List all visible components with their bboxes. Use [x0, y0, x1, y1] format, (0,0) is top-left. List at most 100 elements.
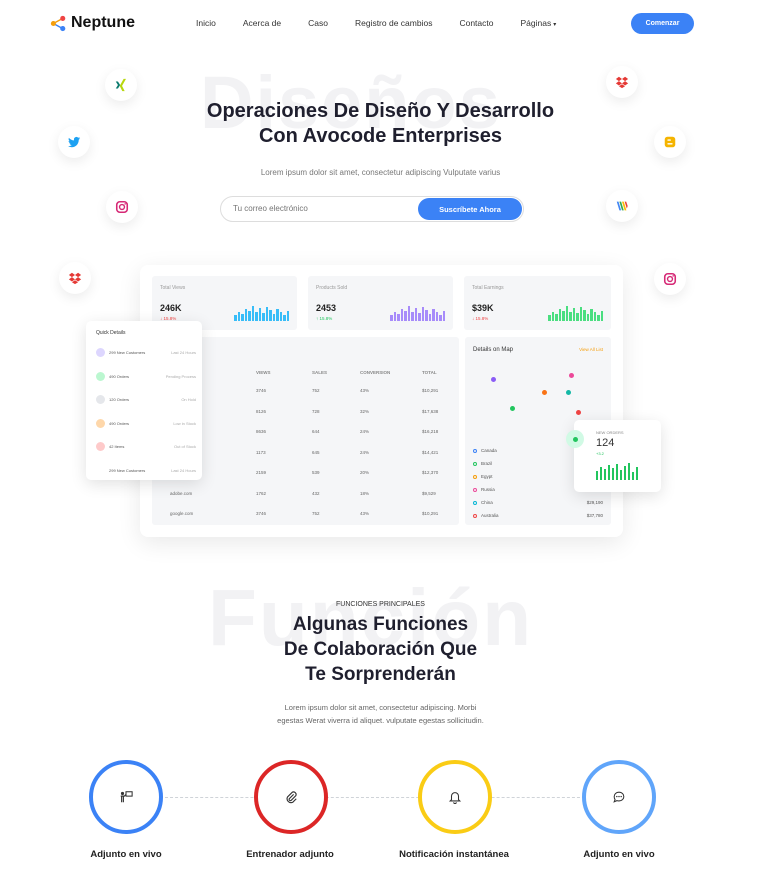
table-cell: 752 [312, 388, 320, 393]
country-name: China [481, 500, 493, 505]
twitter-icon [67, 136, 81, 148]
mini-bar [583, 310, 586, 321]
country-name: Russia [481, 487, 495, 492]
xing-bubble[interactable] [105, 69, 137, 101]
dropbox-bubble-top[interactable] [606, 66, 638, 98]
orders-bar [616, 464, 618, 480]
dropbox-bubble-left[interactable] [59, 262, 91, 294]
instagram-bubble-left[interactable] [106, 191, 138, 223]
google-wallet-bubble[interactable] [606, 190, 638, 222]
nav-registro[interactable]: Registro de cambios [355, 18, 432, 28]
table-row: adobe.com 1762 432 18% $9,529 [152, 491, 459, 501]
feature-label-3: Notificación instantánea [399, 849, 509, 860]
instagram-icon [115, 200, 129, 214]
mini-bar [418, 313, 421, 321]
feature-circle-2[interactable] [254, 760, 328, 834]
map-dot [566, 390, 571, 395]
nav-contacto[interactable]: Contacto [459, 18, 493, 28]
orders-bar [608, 465, 610, 480]
mini-bar [421, 307, 424, 321]
hero-title-line1: Operaciones De Diseño Y Desarrollo [206, 100, 555, 122]
mini-bar [439, 315, 442, 321]
country-item: China [473, 500, 493, 505]
mini-bar [241, 314, 244, 321]
twitter-bubble[interactable] [58, 126, 90, 158]
mini-bar [265, 307, 268, 321]
start-button[interactable]: Comenzar [631, 13, 694, 34]
hero-title: Operaciones De Diseño Y Desarrollo Con A… [150, 99, 611, 149]
feature-circle-3[interactable] [418, 760, 492, 834]
mini-bar [593, 312, 596, 321]
table-header: CONVERSION [360, 370, 391, 375]
page: Neptune Inicio Acerca de Caso Registro d… [0, 0, 761, 873]
orders-value: 124 [596, 437, 615, 449]
quick-detail-row: 299 New Customers Last 24 Hours [96, 348, 196, 358]
feature-circle-1[interactable] [89, 760, 163, 834]
mini-bar [590, 309, 593, 321]
mini-bar [565, 306, 568, 321]
feature-label-1: Adjunto en vivo [90, 849, 162, 860]
subscribe-button[interactable]: Suscríbete Ahora [418, 198, 522, 220]
map-dot [491, 377, 496, 382]
table-cell: $12,370 [422, 470, 439, 475]
status-icon [96, 371, 105, 381]
country-item: Australia [473, 513, 499, 518]
quick-detail-text: 490 Orders [109, 373, 130, 379]
orders-bar [628, 463, 630, 480]
quick-detail-row: 490 Orders Pending Process [96, 371, 196, 382]
view-all-link[interactable]: View All List [579, 347, 603, 352]
logo-text: Neptune [71, 14, 135, 31]
table-cell: 539 [312, 470, 320, 475]
mini-bar [586, 314, 589, 321]
mini-bar [234, 315, 237, 321]
xing-icon [115, 78, 126, 92]
table-cell: 3746 [256, 511, 267, 516]
table-cell: 752 [312, 511, 320, 516]
nav-inicio[interactable]: Inicio [196, 18, 216, 28]
features-description: Lorem ipsum dolor sit amet, consectetur … [230, 701, 531, 727]
orders-bar [636, 467, 638, 480]
country-item: Egypt [473, 474, 493, 479]
mini-bar [562, 311, 565, 321]
mini-bar [262, 313, 265, 321]
email-input[interactable] [233, 204, 413, 213]
dropbox-icon [615, 76, 629, 89]
mini-bar [251, 306, 254, 321]
main-nav: Inicio Acerca de Caso Registro de cambio… [196, 18, 556, 28]
new-orders-card: NEW ORDERS 124 +3.2 [566, 420, 661, 492]
orders-bar [612, 468, 614, 480]
logo[interactable]: Neptune [50, 14, 135, 32]
instagram-bubble-right[interactable] [654, 263, 686, 295]
quick-detail-text: 490 Orders [109, 420, 130, 426]
quick-detail-status: On Hold [181, 397, 196, 402]
country-value: $37,780 [586, 513, 603, 518]
table-cell: 24% [360, 429, 370, 434]
mini-bar [397, 314, 400, 321]
mini-bar [400, 309, 403, 321]
nav-caso[interactable]: Caso [308, 18, 328, 28]
features-title-line3: Te Sorprenderán [305, 664, 456, 685]
mini-bar [600, 311, 603, 321]
mini-bar [248, 311, 251, 321]
mini-bar [258, 308, 261, 321]
mini-bar [579, 307, 582, 321]
chevron-down-icon: ▾ [553, 22, 557, 28]
table-cell: adobe.com [170, 490, 193, 496]
orders-bar [624, 466, 626, 480]
hero-title-line2: Con Avocode Enterprises [258, 125, 503, 147]
mini-bar-chart [390, 305, 445, 321]
country-dot [473, 500, 477, 505]
country-value: $29,190 [586, 500, 603, 505]
table-header: TOTAL [422, 370, 437, 375]
orders-label: NEW ORDERS [596, 430, 624, 435]
features-eyebrow: FUNCIONES PRINCIPALES [336, 601, 425, 608]
feature-circle-4[interactable] [582, 760, 656, 834]
mini-bar [276, 309, 279, 321]
table-cell: 18% [360, 490, 370, 496]
nav-paginas[interactable]: Páginas ▾ [520, 18, 556, 28]
table-cell: 8126 [256, 408, 267, 414]
mini-bar [569, 312, 572, 321]
quick-detail-status: Out of Stock [173, 444, 196, 449]
nav-acerca[interactable]: Acerca de [243, 18, 281, 28]
blogger-bubble[interactable] [654, 126, 686, 158]
